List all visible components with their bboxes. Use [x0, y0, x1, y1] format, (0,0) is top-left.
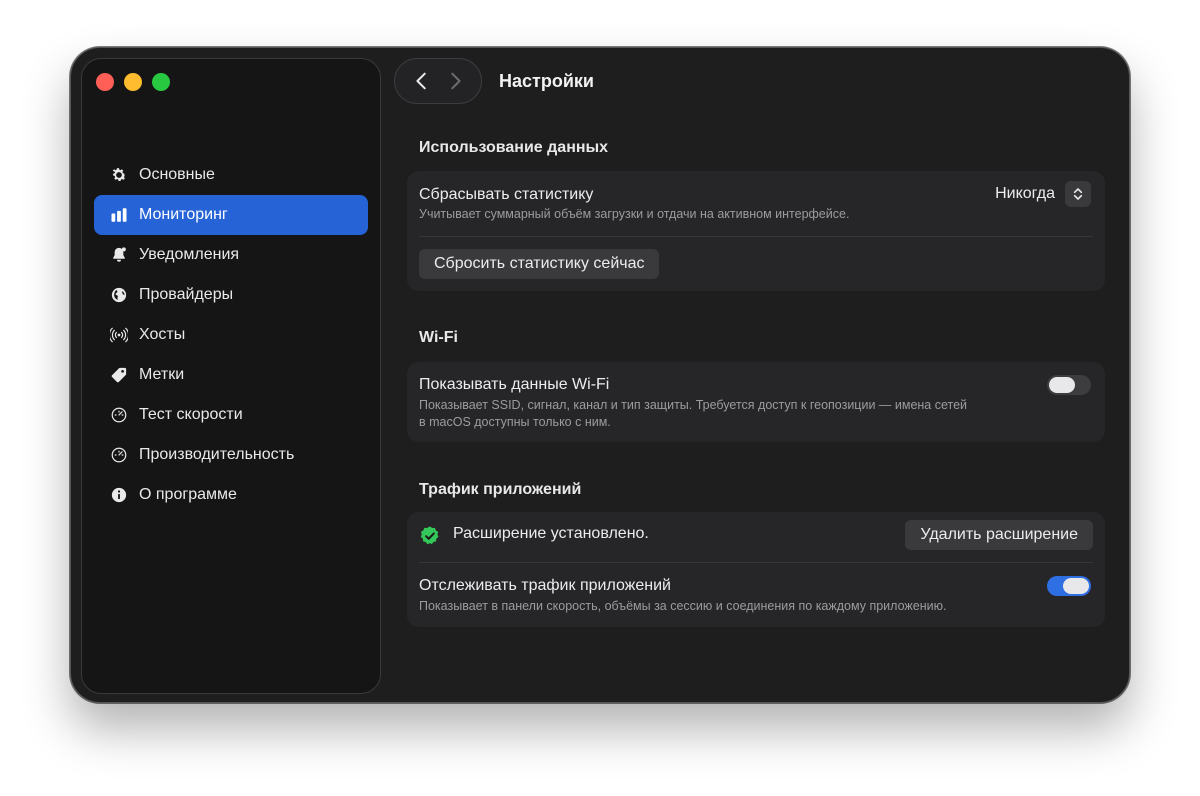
chevron-left-icon [415, 72, 426, 90]
info-icon [108, 484, 130, 506]
toggle-knob [1063, 578, 1089, 594]
gauge-icon [108, 404, 130, 426]
sidebar-item-general[interactable]: Основные [94, 155, 368, 195]
gauge-icon [108, 444, 130, 466]
sidebar-item-label: Производительность [139, 446, 295, 463]
divider [419, 236, 1093, 237]
track-traffic-title: Отслеживать трафик приложений [419, 577, 671, 594]
show-wifi-toggle[interactable] [1047, 375, 1091, 395]
window-controls [96, 73, 170, 91]
sidebar-item-hosts[interactable]: Хосты [94, 315, 368, 355]
reset-stats-now-button[interactable]: Сбросить статистику сейчас [419, 249, 660, 279]
sidebar-item-label: О программе [139, 486, 237, 503]
sidebar-item-label: Мониторинг [139, 206, 228, 223]
extension-status: Расширение установлено. [453, 525, 649, 542]
sidebar-item-label: Уведомления [139, 246, 240, 263]
sidebar-item-performance[interactable]: Производительность [94, 435, 368, 475]
show-wifi-subtitle-line2: в macOS доступны только с ним. [419, 415, 611, 429]
sidebar-item-providers[interactable]: Провайдеры [94, 275, 368, 315]
remove-extension-button[interactable]: Удалить расширение [905, 520, 1093, 550]
show-wifi-subtitle-line1: Показывает SSID, сигнал, канал и тип защ… [419, 398, 968, 412]
toggle-knob [1049, 377, 1075, 393]
sidebar-item-notifications[interactable]: Уведомления [94, 235, 368, 275]
track-traffic-subtitle: Показывает в панели скорость, объёмы за … [419, 599, 947, 613]
reset-stats-title: Сбрасывать статистику [419, 186, 594, 203]
page-title: Настройки [499, 70, 594, 91]
sidebar-item-about[interactable]: О программе [94, 475, 368, 515]
sidebar-item-label: Метки [139, 366, 185, 383]
section-title-wifi: Wi-Fi [419, 329, 458, 346]
sidebar-nav: Основные Мониторинг Уведомления Провайде… [94, 155, 368, 515]
gear-icon [108, 164, 130, 186]
reset-stats-subtitle: Учитывает суммарный объём загрузки и отд… [419, 207, 850, 221]
navigation-buttons [394, 58, 482, 104]
settings-window: Основные Мониторинг Уведомления Провайде… [70, 47, 1130, 703]
toolbar: Настройки [394, 58, 594, 104]
sidebar-item-speed-test[interactable]: Тест скорости [94, 395, 368, 435]
divider [419, 562, 1093, 563]
card-wifi: Показывать данные Wi-Fi Показывает SSID,… [407, 362, 1105, 442]
track-traffic-toggle[interactable] [1047, 576, 1091, 596]
forward-button[interactable] [443, 69, 467, 93]
show-wifi-title: Показывать данные Wi-Fi [419, 376, 610, 393]
card-data-usage: Сбрасывать статистику Учитывает суммарны… [407, 171, 1105, 291]
close-button[interactable] [96, 73, 114, 91]
card-app-traffic: Расширение установлено. Удалить расширен… [407, 512, 1105, 627]
chevron-up-down-icon [1073, 188, 1083, 200]
sidebar: Основные Мониторинг Уведомления Провайде… [81, 58, 381, 694]
checkmark-seal-icon [419, 525, 441, 547]
zoom-button[interactable] [152, 73, 170, 91]
tag-icon [108, 364, 130, 386]
select-stepper[interactable] [1065, 181, 1091, 207]
globe-icon [108, 284, 130, 306]
reset-stats-select[interactable]: Никогда [995, 181, 1091, 207]
bell-icon [108, 244, 130, 266]
sidebar-item-label: Хосты [139, 326, 186, 343]
bar-chart-icon [108, 204, 130, 226]
sidebar-item-tags[interactable]: Метки [94, 355, 368, 395]
section-title-app-traffic: Трафик приложений [419, 481, 582, 498]
sidebar-item-monitoring[interactable]: Мониторинг [94, 195, 368, 235]
chevron-right-icon [450, 72, 461, 90]
section-title-data-usage: Использование данных [419, 139, 609, 156]
sidebar-item-label: Провайдеры [139, 286, 234, 303]
broadcast-icon [108, 324, 130, 346]
minimize-button[interactable] [124, 73, 142, 91]
sidebar-item-label: Основные [139, 166, 215, 183]
sidebar-item-label: Тест скорости [139, 406, 243, 423]
back-button[interactable] [410, 69, 434, 93]
reset-stats-selected-value: Никогда [995, 185, 1055, 202]
